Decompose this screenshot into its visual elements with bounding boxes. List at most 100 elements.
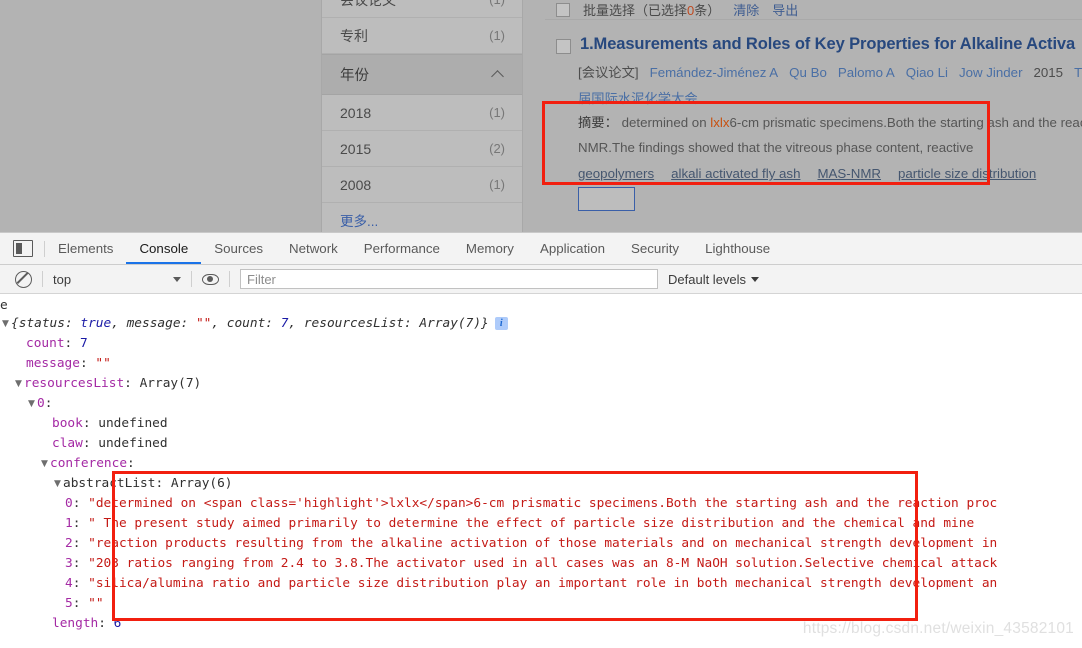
array-value: "determined on <span class='highlight'>l… — [88, 496, 998, 511]
author-link[interactable]: Jow Jinder — [959, 65, 1023, 80]
console-abstract-item: 3: "203 ratios ranging from 2.4 to 3.8.T… — [65, 556, 998, 571]
chevron-down-icon — [173, 276, 181, 282]
tab-network[interactable]: Network — [276, 233, 351, 264]
tab-security[interactable]: Security — [618, 233, 692, 264]
tab-elements[interactable]: Elements — [45, 233, 126, 264]
facet-sidebar: 会议论文 (1) 专利 (1) 年份 2018 (1) 2015 (2) 200… — [321, 0, 523, 232]
expander-triangle-icon[interactable]: ▼ — [0, 314, 11, 334]
facet-group-label: 年份 — [340, 68, 369, 84]
author-link[interactable]: Qu Bo — [789, 65, 827, 80]
facet-item-year-2018[interactable]: 2018 (1) — [322, 95, 522, 131]
author-link[interactable]: Qiao Li — [906, 65, 948, 80]
info-icon[interactable]: i — [494, 317, 508, 330]
prop-value: 6 — [113, 616, 122, 631]
array-value: " The present study aimed primarily to d… — [88, 516, 975, 531]
result-action-button[interactable] — [578, 187, 635, 211]
tab-console[interactable]: Console — [126, 233, 201, 264]
facet-item-conference-paper[interactable]: 会议论文 (1) — [322, 0, 522, 18]
batch-select-checkbox[interactable] — [556, 2, 570, 17]
expander-triangle-icon[interactable]: ▼ — [26, 394, 37, 414]
clear-console-icon[interactable] — [15, 270, 32, 288]
console-filter-toolbar: top Default levels — [0, 265, 1082, 294]
divider — [229, 271, 230, 287]
expander-triangle-icon[interactable]: ▼ — [13, 374, 24, 394]
console-prop-count: count: 7 — [26, 336, 88, 351]
devtools-tabbar: Elements Console Sources Network Perform… — [0, 233, 1082, 265]
abstract-label: 摘要： — [578, 115, 618, 130]
result-year: 2015 — [1033, 65, 1064, 80]
abstract-line-2: NMR.The findings showed that the vitreou… — [578, 140, 974, 155]
facet-label: 专利 — [340, 27, 368, 44]
console-abstract-item: 2: "reaction products resulting from the… — [65, 536, 998, 551]
console-object-root[interactable]: ▼ {status: true, message: "", count: 7, r… — [0, 314, 1082, 334]
keyword-link[interactable]: alkali activated fly ash — [671, 166, 800, 181]
console-abstract-item: 5: "" — [65, 596, 104, 611]
keyword-link[interactable]: particle size distribution — [898, 166, 1036, 181]
prop-key: book — [52, 416, 83, 431]
screenshot-root: 会议论文 (1) 专利 (1) 年份 2018 (1) 2015 (2) 200… — [0, 0, 1082, 648]
facet-item-patent[interactable]: 专利 (1) — [322, 18, 522, 54]
eye-icon[interactable] — [202, 273, 219, 285]
console-cut-line: e — [0, 298, 8, 313]
author-link[interactable]: Palomo A — [838, 65, 895, 80]
expander-triangle-icon[interactable]: ▼ — [52, 474, 63, 494]
devtools-panel: Elements Console Sources Network Perform… — [0, 232, 1082, 648]
console-prop-resourceslist[interactable]: ▼ resourcesList: Array(7) — [0, 374, 1082, 394]
console-prop-claw: claw: undefined — [52, 436, 168, 451]
prop-value: 7 — [79, 336, 88, 351]
dock-panel-icon[interactable] — [13, 240, 33, 257]
prop-value: Array(7) — [139, 376, 202, 391]
divider — [191, 271, 192, 287]
console-prop-book: book: undefined — [52, 416, 168, 431]
prop-key: message — [26, 356, 80, 371]
keyword-list: geopolymers alkali activated fly ash MAS-N… — [578, 166, 1082, 181]
result-meta: [会议论文] Femández-Jiménez A Qu Bo Palomo A Qia… — [578, 62, 1082, 81]
facet-count: (1) — [489, 177, 505, 192]
prop-key: claw — [52, 436, 83, 451]
console-array-index-0[interactable]: ▼ 0: — [0, 394, 1082, 414]
log-level-value: Default levels — [668, 271, 747, 287]
batch-select-label: 批量选择（已选择0条） — [583, 3, 721, 18]
facet-group-year[interactable]: 年份 — [322, 54, 522, 95]
result-abstract-block: 届国际水泥化学大会 摘要： determined on lxlx6-cm pri… — [578, 88, 1082, 160]
tab-sources[interactable]: Sources — [201, 233, 276, 264]
author-link[interactable]: Femández-Jiménez A — [650, 65, 779, 80]
result-item: 1.Measurements and Roles of Key Properti… — [545, 20, 1082, 211]
clear-selection-link[interactable]: 清除 — [733, 0, 759, 19]
console-prop-abstractlist[interactable]: ▼ abstractList: Array(6) — [0, 474, 1082, 494]
venue-link[interactable]: The 14t — [1074, 65, 1082, 80]
facet-item-year-2008[interactable]: 2008 (1) — [322, 167, 522, 203]
console-filter-input[interactable] — [240, 269, 658, 289]
array-index: 0 — [65, 496, 73, 511]
object-preview: {status: true, message: "", count: 7, re… — [11, 316, 489, 331]
expander-triangle-icon[interactable]: ▼ — [39, 454, 50, 474]
execution-context-select[interactable]: top — [53, 272, 181, 287]
facet-label: 2008 — [340, 176, 372, 193]
abstract-text-post: 6-cm prismatic specimens.Both the starti… — [729, 115, 1082, 130]
array-value: "203 ratios ranging from 2.4 to 3.8.The … — [88, 556, 998, 571]
facet-more-link[interactable]: 更多... — [322, 203, 522, 232]
tab-application[interactable]: Application — [527, 233, 618, 264]
result-title-link[interactable]: 1.Measurements and Roles of Key Properti… — [580, 35, 1075, 54]
console-prop-conference[interactable]: ▼ conference: — [0, 454, 1082, 474]
array-value: "" — [88, 596, 104, 611]
divider — [42, 271, 43, 287]
log-level-select[interactable]: Default levels — [668, 271, 760, 287]
array-index: 2 — [65, 536, 73, 551]
console-abstract-item: 1: " The present study aimed primarily t… — [65, 516, 975, 531]
keyword-link[interactable]: MAS-NMR — [817, 166, 881, 181]
tab-lighthouse[interactable]: Lighthouse — [692, 233, 783, 264]
facet-item-year-2015[interactable]: 2015 (2) — [322, 131, 522, 167]
result-doctype: [会议论文] — [578, 65, 639, 80]
prop-value: undefined — [98, 416, 168, 431]
chevron-up-icon — [492, 68, 505, 81]
array-index: 3 — [65, 556, 73, 571]
keyword-link[interactable]: geopolymers — [578, 166, 654, 181]
export-link[interactable]: 导出 — [772, 0, 798, 19]
result-checkbox[interactable] — [556, 39, 571, 54]
array-index: 1 — [65, 516, 73, 531]
console-abstract-item: 0: "determined on <span class='highlight… — [65, 496, 998, 511]
tab-performance[interactable]: Performance — [351, 233, 453, 264]
tab-memory[interactable]: Memory — [453, 233, 527, 264]
execution-context-value: top — [53, 271, 72, 287]
